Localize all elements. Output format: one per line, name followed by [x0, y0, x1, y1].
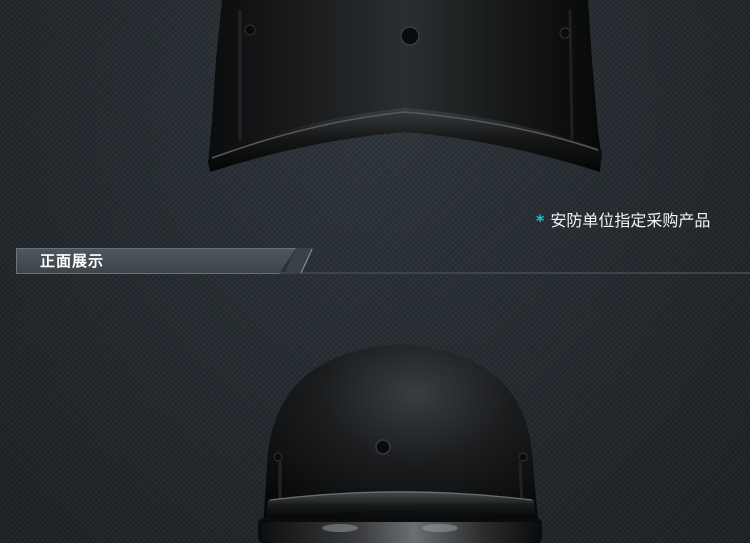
section-header: 正面展示 [16, 248, 750, 274]
asterisk-icon: * [536, 211, 545, 230]
helmet-side-image [208, 0, 602, 172]
tagline-text: 安防单位指定采购产品 [550, 211, 711, 230]
tab-slash-decoration [284, 248, 314, 274]
helmet-front-image [258, 344, 542, 543]
tagline: * 安防单位指定采购产品 [536, 208, 746, 234]
section-title: 正面展示 [40, 252, 105, 270]
